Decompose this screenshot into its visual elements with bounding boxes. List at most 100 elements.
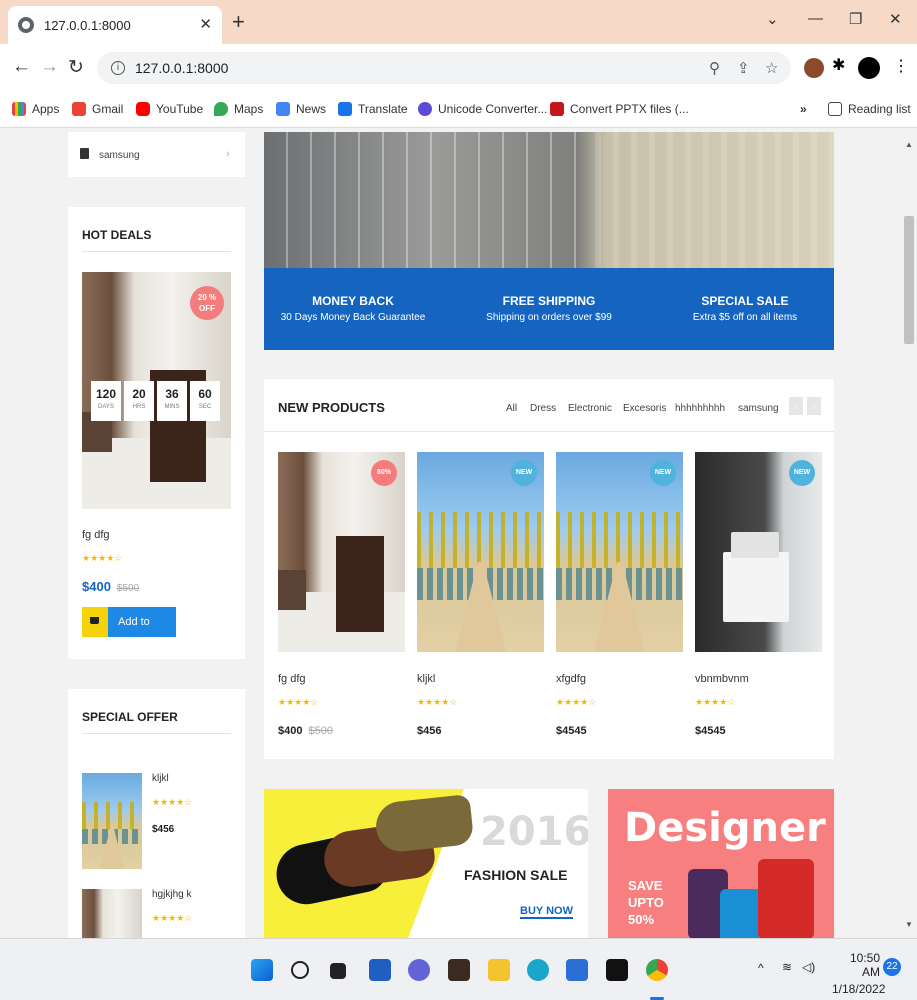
close-tab-icon[interactable]: ✕ [199, 15, 212, 33]
filter-excesoris[interactable]: Excesoris [623, 403, 666, 414]
share-icon[interactable]: ⇪ [737, 59, 750, 77]
filter-electronic[interactable]: Electronic [568, 403, 612, 414]
tab-strip: 127.0.0.1:8000 ✕ + ⌄ — ❐ ✕ [0, 0, 917, 44]
designer-banner[interactable]: Designer SAVE UPTO 50% [608, 789, 834, 938]
file-explorer-icon[interactable] [488, 959, 510, 981]
browser-tab[interactable]: 127.0.0.1:8000 ✕ [8, 6, 222, 44]
reload-button[interactable]: ↻ [68, 56, 84, 79]
site-info-icon[interactable]: i [111, 61, 125, 75]
bookmark-gmail[interactable]: Gmail [72, 102, 123, 116]
new-tab-button[interactable]: + [232, 9, 245, 35]
product-price: $4545 [556, 725, 587, 737]
tab-search-icon[interactable]: ⌄ [766, 10, 779, 28]
scrollbar-thumb[interactable] [904, 216, 914, 344]
prev-arrow-button[interactable]: ‹ [789, 397, 803, 415]
buy-now-link[interactable]: BUY NOW [520, 905, 573, 919]
windows-taskbar: ^ ≋ ◁) 10:50 AM 1/18/2022 22 [0, 938, 917, 1000]
rating-stars: ★★★★☆ [556, 697, 597, 707]
countdown-minutes: 36 MINS [157, 381, 187, 421]
fashion-sale-banner[interactable]: 2016 FASHION SALE BUY NOW [264, 789, 588, 938]
bookmark-convert-pptx[interactable]: Convert PPTX files (... [550, 102, 689, 116]
edge-browser-icon[interactable] [527, 959, 549, 981]
product-name[interactable]: kljkl [417, 673, 435, 685]
profile-avatar[interactable] [858, 57, 880, 79]
tab-title: 127.0.0.1:8000 [44, 17, 131, 33]
scroll-up-arrow-icon[interactable]: ▲ [905, 140, 913, 149]
widgets-icon[interactable] [369, 959, 391, 981]
rating-stars: ★★★★☆ [417, 697, 458, 707]
youtube-icon [136, 102, 150, 116]
banner-save-text: SAVE UPTO 50% [628, 878, 664, 927]
hot-deal-old-price: $500 [116, 583, 140, 594]
product-price: $456 [417, 725, 442, 737]
discount-badge: 20 % OFF [190, 286, 224, 320]
bookmark-maps[interactable]: Maps [214, 102, 263, 116]
new-badge: NEW [511, 460, 537, 486]
add-to-cart-button[interactable]: Add to cart [82, 607, 176, 658]
window-close-button[interactable]: ✕ [889, 10, 902, 28]
task-view-icon[interactable] [330, 963, 346, 979]
page-scrollbar[interactable]: ▲ ▼ [901, 132, 917, 938]
special-offer-image[interactable] [82, 773, 142, 869]
menu-kebab-icon[interactable]: ⋮ [893, 56, 913, 76]
filter-samsung[interactable]: samsung [738, 403, 779, 414]
translate-icon [338, 102, 352, 116]
filter-hhhhhhhhh[interactable]: hhhhhhhhh [675, 403, 725, 414]
bookmark-translate[interactable]: Translate [338, 102, 408, 116]
special-offer-image[interactable] [82, 889, 142, 938]
product-name[interactable]: xfgdfg [556, 673, 586, 685]
browser-toolbar: ← → ↻ i 127.0.0.1:8000 ⚲ ⇪ ☆ ✱ ⋮ [0, 44, 917, 92]
product-old-price: $500 [308, 725, 333, 737]
search-icon[interactable] [291, 961, 309, 979]
cookie-extension-icon[interactable] [804, 58, 824, 78]
teams-chat-icon[interactable] [408, 959, 430, 981]
tray-overflow-chevron-icon[interactable]: ^ [758, 961, 764, 975]
divider [264, 431, 834, 432]
new-badge: NEW [650, 460, 676, 486]
banner-word: Designer [624, 805, 826, 851]
volume-icon[interactable]: ◁) [802, 960, 815, 974]
reading-list-icon [828, 102, 842, 116]
bookmark-news[interactable]: News [276, 102, 326, 116]
product-name[interactable]: vbnmbvnm [695, 673, 749, 685]
globe-icon [18, 17, 34, 33]
clock[interactable]: 10:50 AM 1/18/2022 [832, 951, 885, 996]
chrome-icon[interactable] [646, 959, 668, 981]
notification-badge[interactable]: 22 [883, 958, 901, 976]
reading-list-button[interactable]: Reading list [828, 102, 911, 116]
bookmark-star-icon[interactable]: ☆ [765, 59, 778, 77]
hot-deal-product-name[interactable]: fg dfg [82, 529, 110, 541]
extensions-puzzle-icon[interactable]: ✱ [832, 55, 852, 75]
scroll-down-arrow-icon[interactable]: ▼ [905, 920, 913, 929]
special-offer-title: SPECIAL OFFER [82, 710, 178, 724]
bookmark-apps[interactable]: Apps [12, 102, 59, 116]
rating-stars: ★★★★☆ [695, 697, 736, 707]
filter-all[interactable]: All [506, 403, 517, 414]
bookmark-youtube[interactable]: YouTube [136, 102, 203, 116]
bookmark-unicode-converter[interactable]: Unicode Converter... [418, 102, 547, 116]
windows-start-icon[interactable] [251, 959, 273, 981]
category-item-samsung[interactable]: samsung [99, 150, 140, 161]
filter-dress[interactable]: Dress [530, 403, 556, 414]
terminal-icon[interactable] [606, 959, 628, 981]
page-viewport: samsung › HOT DEALS 20 % OFF 120 DAYS 20 H… [0, 132, 901, 938]
hot-deals-widget: HOT DEALS 20 % OFF 120 DAYS 20 HRS 36 MINS … [68, 207, 245, 659]
back-button[interactable]: ← [12, 56, 31, 78]
minimize-button[interactable]: — [808, 10, 823, 27]
forward-button[interactable]: → [40, 56, 59, 78]
product-name[interactable]: fg dfg [278, 673, 306, 685]
address-bar[interactable]: i 127.0.0.1:8000 ⚲ ⇪ ☆ [97, 52, 791, 84]
wifi-icon[interactable]: ≋ [782, 960, 792, 974]
handbag-image [758, 859, 814, 938]
sublime-text-icon[interactable] [448, 959, 470, 981]
banner-year: 2016 [480, 809, 588, 855]
zoom-icon[interactable]: ⚲ [709, 59, 720, 77]
special-offer-name[interactable]: kljkl [152, 773, 169, 784]
restore-button[interactable]: ❐ [849, 10, 862, 28]
microsoft-store-icon[interactable] [566, 959, 588, 981]
special-offer-name[interactable]: hgjkjhg k [152, 889, 191, 900]
next-arrow-button[interactable]: › [807, 397, 821, 415]
new-badge: NEW [789, 460, 815, 486]
hot-deals-title: HOT DEALS [82, 228, 152, 242]
bookmarks-overflow-button[interactable]: » [800, 102, 807, 116]
